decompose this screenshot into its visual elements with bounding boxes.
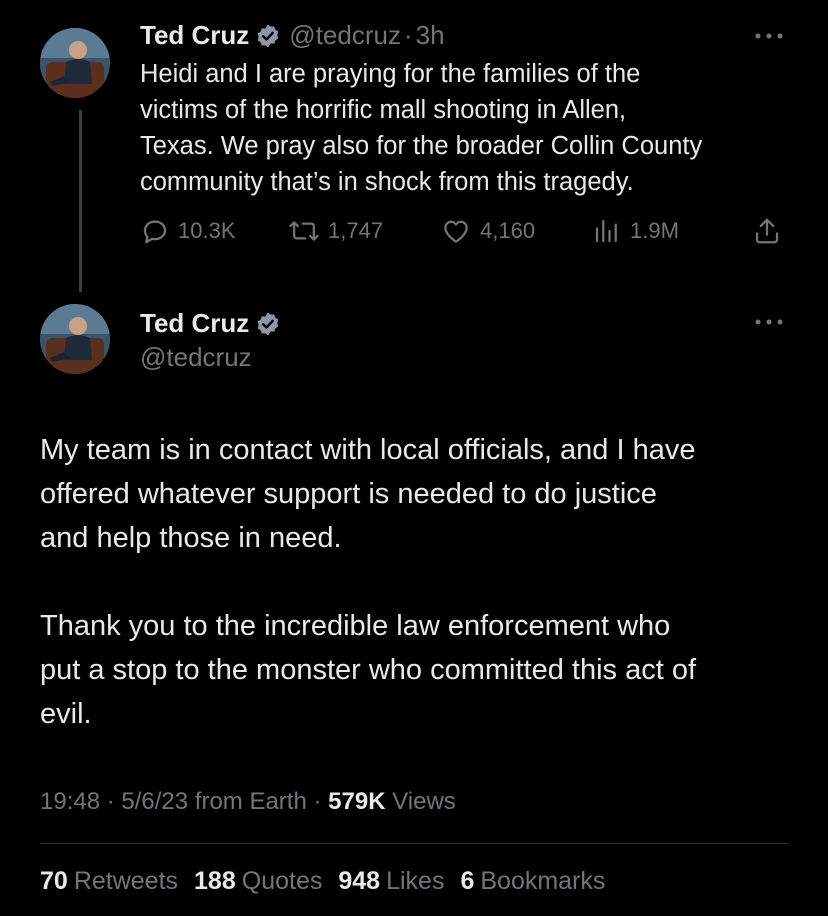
reply-button[interactable]: 10.3K <box>140 216 236 246</box>
tweet2-text: My team is in contact with local officia… <box>40 428 800 736</box>
verified-badge-icon <box>255 311 281 337</box>
engagement-stats: 70 Retweets 188 Quotes 948 Likes 6 Bookmarks <box>40 867 621 896</box>
tweet-text-line: evil. <box>40 698 92 730</box>
tweet2-header: Ted Cruz <box>140 308 281 339</box>
views-button[interactable]: 1.9M <box>592 216 679 246</box>
like-button[interactable]: 4,160 <box>440 216 535 246</box>
retweet-icon <box>289 221 319 241</box>
tweet-text-line: Thank you to the incredible law enforcem… <box>40 610 671 642</box>
retweet-button[interactable]: 1,747 <box>288 216 383 246</box>
views-count: 579K <box>328 788 386 815</box>
tweet-time[interactable]: 3h <box>416 20 445 51</box>
reply-count: 10.3K <box>178 218 236 243</box>
quotes-stat[interactable]: 188 Quotes <box>194 867 322 896</box>
separator-dot: · <box>403 20 413 50</box>
views-label: Views <box>392 788 456 815</box>
divider <box>40 843 788 844</box>
like-icon <box>444 220 468 243</box>
like-count: 4,160 <box>480 218 536 243</box>
tweet-text-line: victims of the horrific mall shooting in… <box>140 96 627 124</box>
more-icon[interactable] <box>752 308 786 339</box>
author-name[interactable]: Ted Cruz <box>140 20 249 51</box>
author-handle[interactable]: @tedcruz <box>289 20 401 51</box>
likes-stat[interactable]: 948 Likes <box>338 867 444 896</box>
verified-badge-icon <box>255 23 281 49</box>
author-name[interactable]: Ted Cruz <box>140 308 249 339</box>
tweet-text-line: put a stop to the monster who committed … <box>40 654 697 686</box>
tweet-text-line: Heidi and I are praying for the families… <box>140 60 641 88</box>
share-icon[interactable] <box>752 216 782 251</box>
tweet-text-line: community that’s in shock from this trag… <box>140 168 634 196</box>
reply-icon <box>143 220 167 244</box>
tweet1-text: Heidi and I are praying for the families… <box>140 56 800 200</box>
tweet-text-line: offered whatever support is needed to do… <box>40 478 657 510</box>
tweet-text-line: Texas. We pray also for the broader Coll… <box>140 132 703 160</box>
tweet1-header: Ted Cruz @tedcruz · 3h <box>140 20 445 51</box>
author-handle[interactable]: @tedcruz <box>140 342 252 373</box>
tweet-text-line: and help those in need. <box>40 522 342 554</box>
avatar[interactable] <box>40 28 110 98</box>
tweet-metadata: 19:48 · 5/6/23 from Earth · 579K Views <box>40 788 456 816</box>
avatar[interactable] <box>40 304 110 374</box>
bookmarks-stat[interactable]: 6 Bookmarks <box>460 867 605 896</box>
thread-connector-line <box>79 110 82 292</box>
tweet-timestamp[interactable]: 19:48 · 5/6/23 from Earth · <box>40 788 321 815</box>
retweet-count: 1,747 <box>328 218 384 243</box>
views-icon <box>595 219 617 243</box>
tweet-text-line: My team is in contact with local officia… <box>40 434 696 466</box>
views-count: 1.9M <box>630 218 679 243</box>
retweets-stat[interactable]: 70 Retweets <box>40 867 178 896</box>
more-icon[interactable] <box>752 22 786 53</box>
